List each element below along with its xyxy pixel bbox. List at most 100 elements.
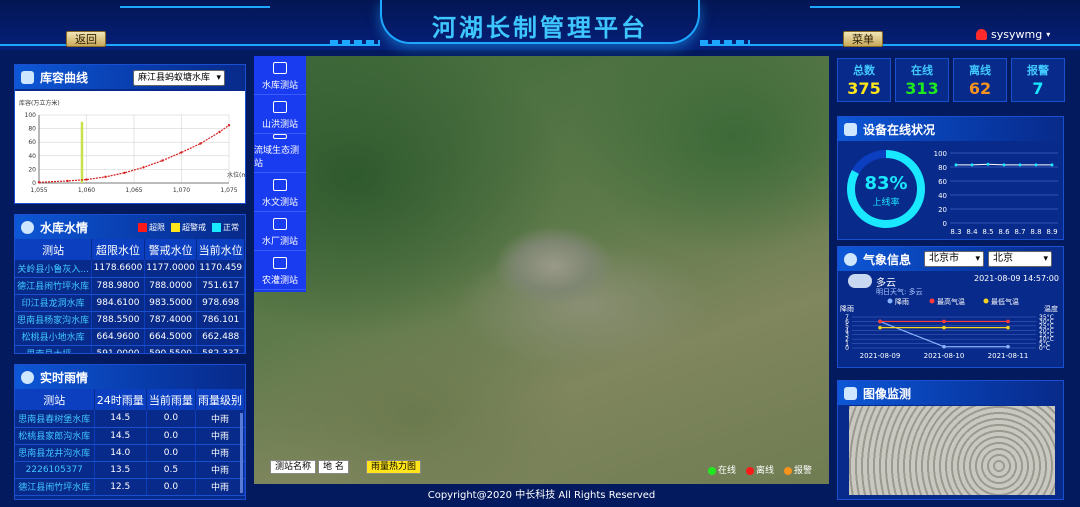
table-header: 超限水位 bbox=[91, 239, 145, 260]
reservoir-select[interactable]: 麻江县蚂蚁塘水库 bbox=[133, 70, 225, 86]
table-cell: 788.0000 bbox=[144, 277, 198, 295]
page-title: 河湖长制管理平台 bbox=[432, 14, 648, 42]
x-tick-label: 8.9 bbox=[1046, 228, 1057, 236]
curve-point bbox=[104, 175, 107, 179]
legend-label: 最低气温 bbox=[991, 297, 1019, 306]
water-plant-icon bbox=[273, 218, 287, 230]
online-rate-point bbox=[1034, 163, 1038, 167]
x-tick-label: 2021-08-09 bbox=[860, 352, 901, 360]
table-row[interactable]: 思南县大坪...591.0000590.5500582.337 bbox=[15, 345, 245, 353]
panel-title-text: 实时雨情 bbox=[40, 370, 89, 385]
user-menu[interactable]: sysywmg ▾ bbox=[976, 28, 1050, 41]
online-rate-label: 上线率 bbox=[872, 196, 899, 208]
table-row[interactable]: 德江县闹竹坪水库 788.9800 788.0000 751.617 bbox=[15, 277, 245, 295]
satellite-map[interactable] bbox=[254, 56, 829, 484]
city-select[interactable]: 北京 bbox=[988, 251, 1052, 267]
online-rate-point bbox=[970, 163, 974, 167]
curve-point bbox=[66, 179, 69, 183]
copyright-footer: Copyright@2020 中长科技 All Rights Reserved bbox=[427, 490, 656, 501]
table-cell: 思南县龙井沟水库 bbox=[15, 444, 95, 462]
panel-title-text: 设备在线状况 bbox=[863, 122, 936, 137]
y2-axis-label: 温度 bbox=[1044, 304, 1058, 313]
table-row[interactable]: 思南县杨家沟水库 788.5500 787.4000 786.101 bbox=[15, 311, 245, 329]
side-menu-item[interactable]: 山洪测站 bbox=[254, 95, 306, 134]
curve-point bbox=[123, 171, 126, 174]
curve-point bbox=[180, 151, 183, 154]
side-menu-item[interactable]: 农灌测站 bbox=[254, 251, 306, 290]
table-cell: 0.0 bbox=[146, 444, 196, 462]
weather-point bbox=[942, 319, 946, 324]
x-tick-label: 1,060 bbox=[78, 187, 95, 194]
header: 河湖长制管理平台 bbox=[0, 0, 1080, 50]
table-row[interactable]: 思南县龙井沟水库 14.0 0.0 中雨 bbox=[15, 444, 245, 462]
place-name-button[interactable]: 地 名 bbox=[318, 460, 349, 474]
weather-point bbox=[942, 325, 946, 330]
table-header: 雨量级别 bbox=[195, 389, 245, 410]
table-row[interactable]: 松桃县家郎沟水库 14.5 0.0 中雨 bbox=[15, 427, 245, 445]
table-row[interactable]: 松桃县小地水库 664.9600 664.5000 662.488 bbox=[15, 328, 245, 346]
table-cell: 12.5 bbox=[94, 478, 147, 496]
table-header: 测站 bbox=[15, 389, 95, 410]
rainfall-table: 测站 24时雨量 当前雨量 雨量级别 思南县春树堡水库 14.5 0.0 中雨 松桃县家郎沟水… bbox=[15, 389, 245, 496]
table-cell: 松桃县家郎沟水库 bbox=[15, 427, 95, 445]
table-cell: 978.698 bbox=[196, 294, 245, 312]
x-tick-label: 8.5 bbox=[982, 228, 993, 236]
stat-value: 62 bbox=[968, 79, 992, 98]
table-cell: 662.488 bbox=[196, 328, 245, 346]
curve-point bbox=[161, 159, 164, 162]
y-tick-label: 100 bbox=[934, 150, 947, 158]
table-cell: 中雨 bbox=[195, 427, 245, 445]
rain-heatmap-button[interactable]: 雨量热力图 bbox=[366, 460, 422, 474]
header-line-right bbox=[700, 44, 1080, 46]
legend-overlimit: 超限 bbox=[138, 222, 165, 233]
map-legend: 在线 离线 报警 bbox=[708, 463, 812, 476]
x-tick-label: 8.8 bbox=[1030, 228, 1041, 236]
bell-icon[interactable] bbox=[976, 29, 987, 40]
online-rate-value: 83% bbox=[864, 173, 907, 194]
stat-card: 总数 375 bbox=[837, 58, 891, 102]
table-row[interactable]: 印江县龙洞水库 984.6100 983.5000 978.698 bbox=[15, 294, 245, 312]
province-select[interactable]: 北京市 bbox=[924, 251, 984, 267]
y-tick-label: 60 bbox=[28, 139, 36, 146]
legend-label: 降雨 bbox=[895, 297, 909, 306]
side-menu-item[interactable]: 水文测站 bbox=[254, 173, 306, 212]
table-row[interactable]: 思南县春树堡水库 14.5 0.0 中雨 bbox=[15, 410, 245, 428]
y-axis-label: 降雨 bbox=[840, 304, 854, 313]
y-tick-label: 60 bbox=[938, 178, 947, 186]
side-menu-item[interactable]: 水库测站 bbox=[254, 56, 306, 95]
x-tick-label: 8.3 bbox=[950, 228, 961, 236]
back-button[interactable]: 返回 bbox=[66, 31, 106, 47]
edit-icon bbox=[21, 70, 34, 84]
table-cell: 786.101 bbox=[196, 311, 245, 329]
y-tick-label: 80 bbox=[938, 164, 947, 172]
monitor-photo[interactable] bbox=[849, 406, 1055, 495]
stat-label: 报警 bbox=[1027, 64, 1049, 77]
side-menu-item[interactable]: 流域生态测站 bbox=[254, 134, 306, 173]
table-row[interactable]: 2226105377 13.5 0.5 中雨 bbox=[15, 461, 245, 479]
table-cell: 787.4000 bbox=[144, 311, 198, 329]
settings-icon bbox=[21, 370, 34, 384]
station-name-button[interactable]: 测站名称 bbox=[270, 460, 317, 474]
y-tick-label: 100 bbox=[25, 112, 37, 119]
table-cell: 中雨 bbox=[195, 444, 245, 462]
table-cell: 松桃县小地水库 bbox=[15, 328, 93, 346]
side-menu-label: 水厂测站 bbox=[261, 237, 298, 247]
device-status-panel: 设备在线状况 83% 上线率 0 20 40 60 80 100 8.3 8.4 8.5 8.6 8… bbox=[837, 116, 1064, 240]
x-axis-label: 水位(m) bbox=[227, 171, 245, 179]
table-cell: 582.337 bbox=[196, 345, 245, 353]
table-cell: 关岭县小鲁灰入... bbox=[15, 260, 93, 278]
online-rate-point bbox=[1050, 163, 1054, 167]
device-status-title: 设备在线状况 bbox=[838, 117, 1063, 141]
menu-button[interactable]: 菜单 bbox=[843, 31, 883, 47]
side-menu-item[interactable]: 水厂测站 bbox=[254, 212, 306, 251]
table-row[interactable]: 德江县闹竹坪水库 12.5 0.0 中雨 bbox=[15, 478, 245, 496]
hydrology-icon bbox=[273, 179, 287, 191]
cloudy-icon bbox=[848, 274, 872, 288]
table-row[interactable]: 关岭县小鲁灰入... 1178.6600 1177.0000 1170.459 bbox=[15, 260, 245, 278]
online-rate-point bbox=[1002, 163, 1006, 167]
y-axis-label: 库容(万立方米) bbox=[19, 99, 60, 107]
online-rate-point bbox=[1018, 163, 1022, 167]
x-tick-label: 2021-08-10 bbox=[924, 352, 965, 360]
weather-point bbox=[1006, 319, 1010, 324]
rainfall-scrollbar[interactable] bbox=[240, 413, 243, 493]
